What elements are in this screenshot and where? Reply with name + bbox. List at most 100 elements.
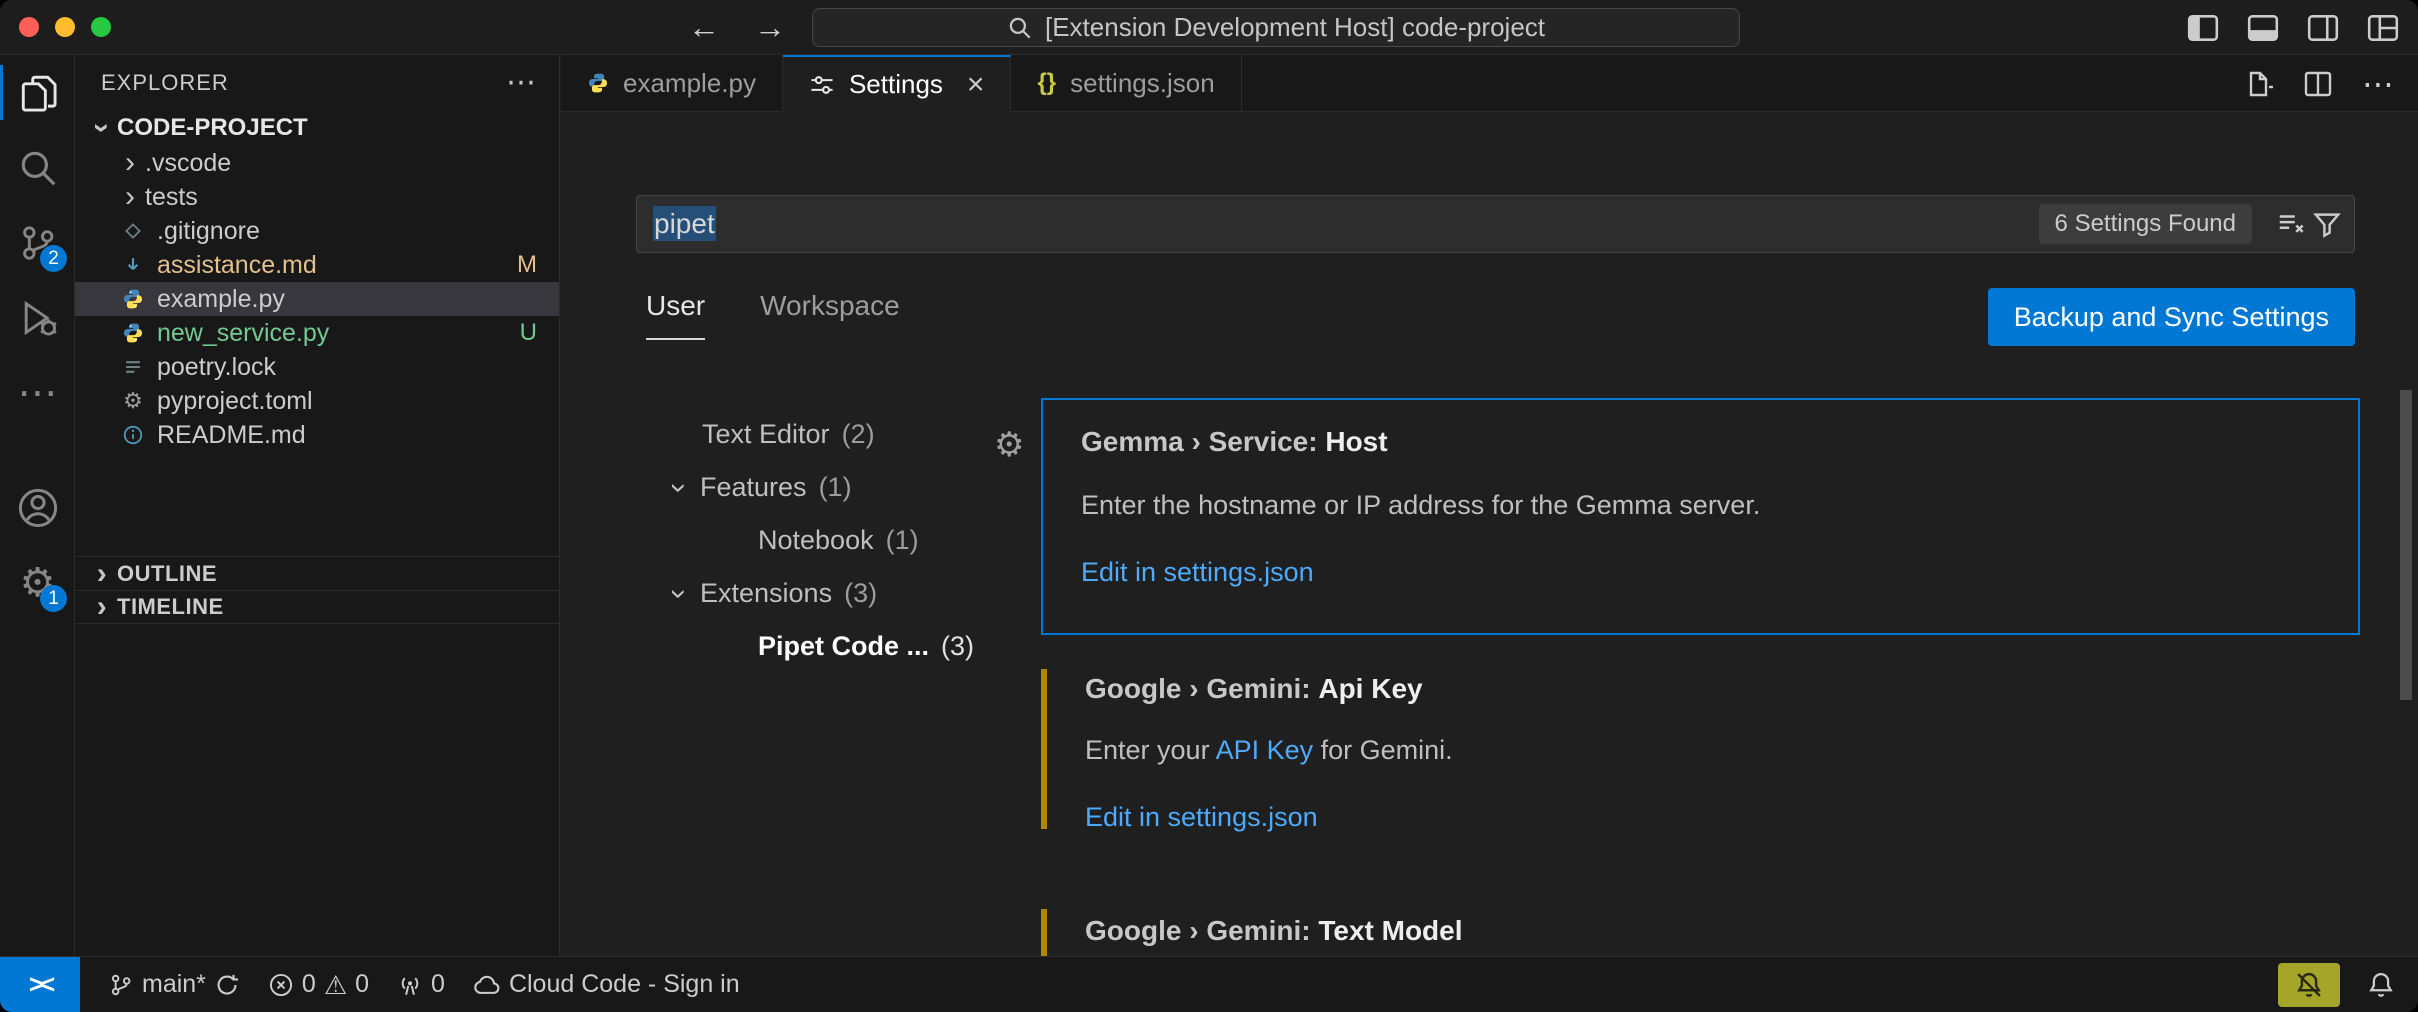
setting-row-google-gemini-text-model[interactable]: Google › Gemini: Text Model bbox=[1041, 905, 2360, 956]
notifications-bell-icon[interactable] bbox=[2366, 970, 2396, 1000]
git-untracked-badge: U bbox=[520, 319, 537, 347]
settings-toc: Text Editor (2) › Features (1) Notebook … bbox=[636, 408, 1026, 673]
python-file-icon bbox=[587, 72, 609, 94]
activity-accounts-button[interactable] bbox=[0, 470, 75, 545]
do-not-disturb-indicator[interactable] bbox=[2278, 963, 2340, 1007]
clear-search-filters-icon[interactable] bbox=[2276, 209, 2306, 239]
tree-root-code-project[interactable]: › CODE-PROJECT bbox=[75, 110, 559, 146]
tree-item-vscode[interactable]: › .vscode bbox=[75, 146, 559, 180]
editor-area: example.py Settings × {} settings.json bbox=[561, 55, 2418, 956]
search-icon bbox=[1007, 15, 1033, 41]
info-file-icon bbox=[115, 424, 151, 446]
toggle-panel-icon[interactable] bbox=[2246, 11, 2280, 45]
remote-indicator[interactable]: >< bbox=[0, 957, 80, 1012]
tree-item-poetry-lock[interactable]: poetry.lock bbox=[75, 350, 559, 384]
setting-row-gear-icon[interactable]: ⚙ bbox=[994, 428, 1024, 462]
explorer-icon bbox=[17, 72, 59, 114]
activity-more-button[interactable]: ⋯ bbox=[0, 355, 75, 430]
json-file-icon: {} bbox=[1037, 69, 1056, 97]
problems-status[interactable]: 0 ⚠ 0 bbox=[268, 970, 369, 999]
setting-row-gemma-service-host[interactable]: Gemma › Service: Host Enter the hostname… bbox=[1041, 398, 2360, 635]
branch-icon bbox=[108, 972, 134, 998]
source-control-badge: 2 bbox=[40, 245, 67, 272]
account-icon bbox=[16, 486, 60, 530]
errors-icon bbox=[268, 972, 294, 998]
filter-icon[interactable] bbox=[2312, 209, 2342, 239]
minimize-window-button[interactable] bbox=[55, 17, 75, 37]
customize-layout-icon[interactable] bbox=[2366, 11, 2400, 45]
settings-list: Gemma › Service: Host Enter the hostname… bbox=[1041, 398, 2360, 956]
forward-arrow-icon[interactable]: → bbox=[754, 9, 786, 46]
tree-item-gitignore[interactable]: .gitignore bbox=[75, 214, 559, 248]
toc-item-text-editor[interactable]: Text Editor (2) bbox=[636, 408, 1026, 461]
activity-source-control-button[interactable]: 2 bbox=[0, 205, 75, 280]
edit-in-settings-json-link[interactable]: Edit in settings.json bbox=[1081, 557, 2320, 588]
activity-run-debug-button[interactable] bbox=[0, 280, 75, 355]
chevron-down-icon: › bbox=[664, 473, 694, 503]
cloud-icon bbox=[473, 971, 501, 999]
python-file-icon bbox=[115, 288, 151, 310]
titlebar: ← → [Extension Development Host] code-pr… bbox=[0, 0, 2418, 55]
toggle-secondary-sidebar-icon[interactable] bbox=[2306, 11, 2340, 45]
editor-scrollbar[interactable] bbox=[2400, 390, 2412, 700]
tree-item-assistance-md[interactable]: assistance.md M bbox=[75, 248, 559, 282]
edit-in-settings-json-link[interactable]: Edit in settings.json bbox=[1085, 802, 2322, 833]
chevron-right-icon: › bbox=[87, 559, 117, 589]
sidebar-title: EXPLORER bbox=[101, 70, 229, 96]
close-tab-icon[interactable]: × bbox=[967, 68, 985, 102]
sync-icon bbox=[214, 972, 240, 998]
settings-search-input[interactable]: pipet 6 Settings Found bbox=[636, 195, 2355, 253]
ports-status[interactable]: 0 bbox=[397, 970, 445, 999]
tree-item-new-service-py[interactable]: new_service.py U bbox=[75, 316, 559, 350]
toml-file-icon: ⚙ bbox=[115, 390, 151, 412]
radio-tower-icon bbox=[397, 972, 423, 998]
settings-found-badge: 6 Settings Found bbox=[2039, 204, 2252, 244]
activity-settings-button[interactable]: ⚙ 1 bbox=[0, 545, 75, 620]
timeline-section-header[interactable]: › TIMELINE bbox=[75, 590, 559, 624]
toc-item-pipet-code[interactable]: Pipet Code ... (3) bbox=[636, 620, 1026, 673]
cloud-code-status[interactable]: Cloud Code - Sign in bbox=[473, 970, 740, 999]
tree-item-readme-md[interactable]: README.md bbox=[75, 418, 559, 452]
open-changes-icon[interactable] bbox=[2242, 68, 2274, 100]
toggle-primary-sidebar-icon[interactable] bbox=[2186, 11, 2220, 45]
setting-row-google-gemini-api-key[interactable]: Google › Gemini: Api Key Enter your API … bbox=[1041, 665, 2360, 833]
chevron-down-icon: › bbox=[87, 113, 117, 143]
toc-item-features[interactable]: › Features (1) bbox=[636, 461, 1026, 514]
git-branch-status[interactable]: main* bbox=[108, 970, 240, 999]
git-file-icon bbox=[115, 220, 151, 242]
chevron-right-icon: › bbox=[87, 592, 117, 622]
tree-item-pyproject-toml[interactable]: ⚙ pyproject.toml bbox=[75, 384, 559, 418]
activity-bar: 2 ⋯ ⚙ 1 bbox=[0, 55, 75, 956]
activity-search-button[interactable] bbox=[0, 130, 75, 205]
explorer-sidebar: EXPLORER ⋯ › CODE-PROJECT › .vscode › te… bbox=[75, 55, 560, 956]
settings-editor: pipet 6 Settings Found User Workspace Ba… bbox=[561, 112, 2418, 956]
close-window-button[interactable] bbox=[19, 17, 39, 37]
lock-file-icon bbox=[115, 356, 151, 378]
toc-item-notebook[interactable]: Notebook (1) bbox=[636, 514, 1026, 567]
outline-section-header[interactable]: › OUTLINE bbox=[75, 556, 559, 590]
chevron-right-icon: › bbox=[115, 182, 145, 212]
command-center[interactable]: [Extension Development Host] code-projec… bbox=[812, 8, 1740, 47]
tab-settings[interactable]: Settings × bbox=[783, 55, 1011, 112]
tab-settings-json[interactable]: {} settings.json bbox=[1011, 55, 1241, 111]
tree-item-example-py[interactable]: example.py bbox=[75, 282, 559, 316]
scope-tab-workspace[interactable]: Workspace bbox=[760, 290, 900, 340]
split-editor-icon[interactable] bbox=[2302, 68, 2334, 100]
api-key-link[interactable]: API Key bbox=[1216, 735, 1314, 765]
tab-example-py[interactable]: example.py bbox=[561, 55, 783, 111]
backup-sync-settings-button[interactable]: Backup and Sync Settings bbox=[1988, 288, 2355, 346]
tree-item-tests[interactable]: › tests bbox=[75, 180, 559, 214]
python-file-icon bbox=[115, 322, 151, 344]
tab-strip: example.py Settings × {} settings.json bbox=[561, 55, 2418, 112]
toc-item-extensions[interactable]: › Extensions (3) bbox=[636, 567, 1026, 620]
editor-more-actions-icon[interactable]: ⋯ bbox=[2362, 65, 2394, 103]
scope-tab-user[interactable]: User bbox=[646, 290, 705, 340]
chevron-down-icon: › bbox=[664, 579, 694, 609]
warnings-icon: ⚠ bbox=[324, 972, 347, 998]
bell-slash-icon bbox=[2294, 970, 2324, 1000]
back-arrow-icon[interactable]: ← bbox=[688, 9, 720, 46]
explorer-more-actions-icon[interactable]: ⋯ bbox=[506, 65, 537, 100]
activity-explorer-button[interactable] bbox=[0, 55, 75, 130]
root-folder-label: CODE-PROJECT bbox=[117, 114, 308, 142]
zoom-window-button[interactable] bbox=[91, 17, 111, 37]
